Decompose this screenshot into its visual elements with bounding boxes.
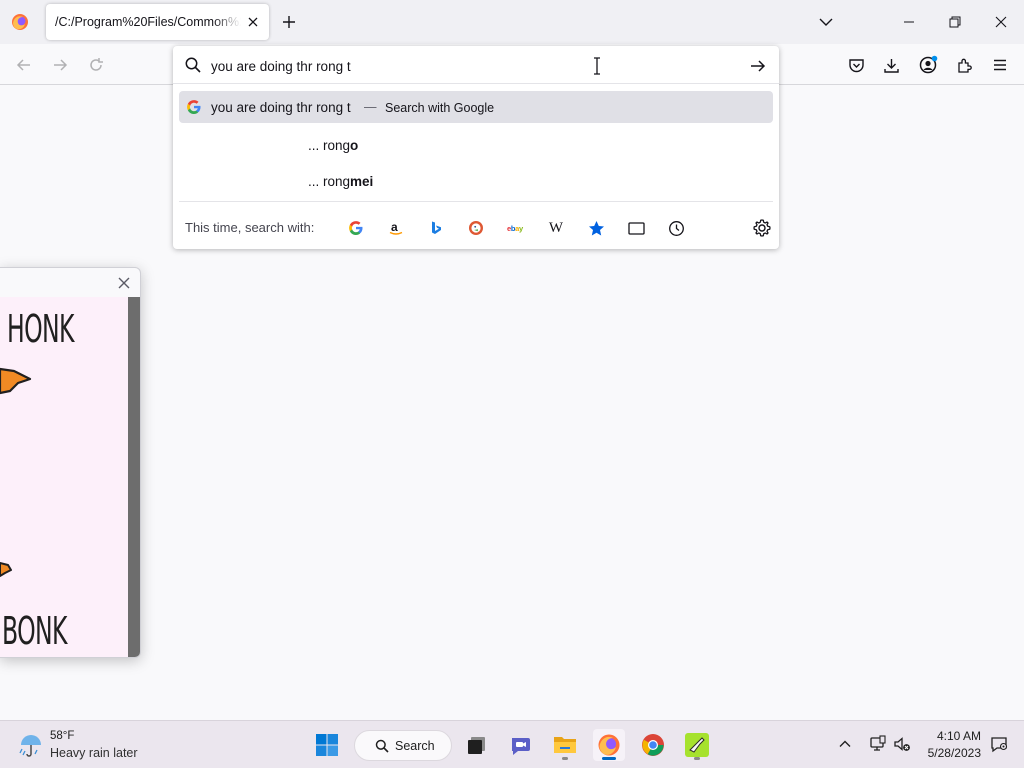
tabs-icon[interactable] — [624, 216, 648, 240]
scrollbar[interactable] — [128, 297, 140, 657]
notifications-icon[interactable] — [988, 733, 1010, 755]
reload-icon[interactable] — [83, 52, 109, 78]
chrome-icon[interactable] — [637, 729, 669, 761]
weather-temperature[interactable]: 58°F — [50, 730, 74, 742]
suggestion-completion: mei — [350, 174, 374, 189]
clock-date[interactable]: 5/28/2023 — [918, 746, 981, 760]
bing-icon[interactable] — [424, 216, 448, 240]
taskbar-search[interactable]: Search — [354, 730, 452, 761]
file-explorer-icon[interactable] — [549, 729, 581, 761]
tab-close-icon[interactable] — [243, 12, 263, 32]
suggestion-text: ... rongmei — [308, 174, 373, 189]
tab-strip: /C:/Program%20Files/Common%20Files/ — [0, 0, 1024, 44]
goose-foot-icon — [0, 562, 12, 577]
urlbar-input[interactable] — [211, 57, 731, 75]
extensions-icon[interactable] — [951, 52, 977, 78]
result-separator: — — [364, 100, 377, 114]
teams-chat-icon[interactable] — [505, 729, 537, 761]
volume-muted-icon[interactable] — [891, 733, 913, 755]
tab-active[interactable]: /C:/Program%20Files/Common%20Files/ — [46, 4, 269, 40]
firefox-view-icon[interactable] — [11, 13, 29, 31]
app-menu-icon[interactable] — [987, 52, 1013, 78]
taskbar: 58°F Heavy rain later Search 4:10 AM 5/2… — [0, 720, 1024, 768]
close-icon[interactable] — [115, 274, 133, 292]
search-icon — [185, 57, 201, 73]
bonk-text: BONK — [2, 609, 68, 653]
list-all-tabs-icon[interactable] — [816, 12, 836, 32]
desktop-goose-icon[interactable] — [681, 729, 713, 761]
google-icon — [187, 100, 201, 114]
bookmarks-icon[interactable] — [584, 216, 608, 240]
rain-umbrella-icon[interactable] — [17, 731, 45, 759]
ebay-icon[interactable]: ebay — [504, 216, 528, 240]
result-title: you are doing thr rong t — [211, 100, 351, 115]
tab-title: /C:/Program%20Files/Common%20Files/ — [55, 15, 241, 29]
one-off-search-bar: This time, search with: a ebay W — [179, 201, 773, 249]
suggestion-prefix: ... rong — [308, 138, 351, 153]
restore-icon[interactable] — [932, 0, 978, 44]
amazon-icon[interactable]: a — [384, 216, 408, 240]
forward-arrow-icon[interactable] — [47, 52, 73, 78]
running-indicator — [562, 757, 568, 760]
text-cursor-icon — [594, 57, 600, 75]
history-icon[interactable] — [664, 216, 688, 240]
urlbar-popup: you are doing thr rong t — Search with G… — [173, 46, 779, 249]
weather-description[interactable]: Heavy rain later — [50, 746, 138, 760]
urlbar-result-suggestion[interactable]: ... rongmei — [179, 165, 773, 197]
pocket-icon[interactable] — [843, 52, 869, 78]
windows-start-icon[interactable] — [311, 729, 343, 761]
chevron-up-icon[interactable] — [834, 733, 856, 755]
goose-foot-icon — [0, 367, 32, 395]
task-view-icon[interactable] — [461, 729, 493, 761]
urlbar-result-suggestion[interactable]: ... rongo — [179, 129, 773, 161]
goose-image: HONK BONK — [0, 297, 128, 657]
account-icon[interactable] — [915, 52, 941, 78]
clock-time[interactable]: 4:10 AM — [925, 729, 981, 743]
wikipedia-glyph: W — [548, 219, 564, 236]
minimize-icon[interactable] — [886, 0, 932, 44]
suggestion-text: ... rongo — [308, 138, 358, 153]
firefox-taskbar-icon[interactable] — [593, 729, 625, 761]
google-icon[interactable] — [344, 216, 368, 240]
urlbar-result-search[interactable]: you are doing thr rong t — Search with G… — [179, 91, 773, 123]
network-icon[interactable] — [866, 733, 888, 755]
downloads-icon[interactable] — [878, 52, 904, 78]
suggestion-prefix: ... rong — [308, 174, 351, 189]
running-indicator — [694, 757, 700, 760]
suggestion-completion: o — [350, 138, 359, 153]
back-arrow-icon[interactable] — [11, 52, 37, 78]
go-arrow-icon[interactable] — [748, 56, 768, 76]
honk-text: HONK — [7, 307, 74, 351]
wikipedia-icon[interactable]: W — [544, 216, 568, 240]
urlbar — [173, 46, 779, 84]
taskbar-search-label: Search — [395, 739, 435, 753]
new-tab-icon[interactable] — [279, 12, 299, 32]
gear-icon[interactable] — [750, 216, 774, 240]
result-action: Search with Google — [385, 101, 495, 115]
close-window-icon[interactable] — [978, 0, 1024, 44]
duckduckgo-icon[interactable] — [464, 216, 488, 240]
notification-popup: HONK BONK — [0, 267, 141, 658]
one-off-label: This time, search with: — [185, 220, 315, 235]
svg-text:a: a — [391, 220, 398, 234]
active-indicator — [602, 757, 616, 760]
search-icon — [375, 739, 389, 753]
svg-text:ebay: ebay — [507, 224, 524, 233]
